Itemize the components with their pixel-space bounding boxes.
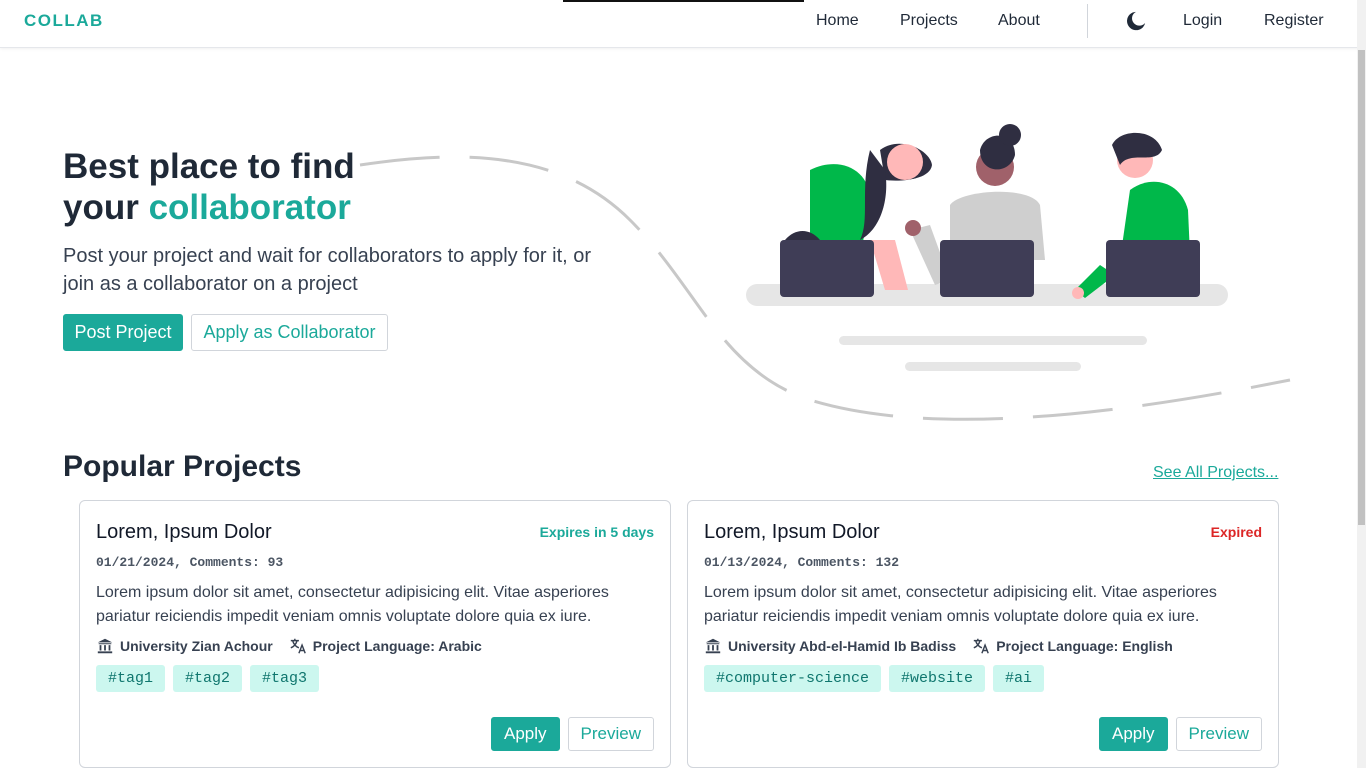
scrollbar-thumb[interactable] bbox=[1358, 50, 1365, 525]
project-university: University Abd-el-Hamid Ib Badiss bbox=[728, 638, 957, 654]
moon-icon[interactable] bbox=[1125, 10, 1147, 32]
project-meta: 01/13/2024, Comments: 132 bbox=[704, 555, 900, 570]
project-info: University Zian Achour Project Language:… bbox=[96, 637, 482, 655]
project-tags: #tag1 #tag2 #tag3 bbox=[96, 665, 327, 692]
project-description: Lorem ipsum dolor sit amet, consectetur … bbox=[704, 584, 1217, 625]
login-link[interactable]: Login bbox=[1183, 12, 1222, 30]
section-title: Popular Projects bbox=[63, 450, 302, 483]
translate-icon bbox=[973, 638, 990, 654]
brand-logo[interactable]: COLLAB bbox=[24, 11, 104, 31]
nav-link-home[interactable]: Home bbox=[816, 12, 859, 30]
project-meta: 01/21/2024, Comments: 93 bbox=[96, 555, 284, 570]
project-card: Lorem, Ipsum Dolor Expired 01/13/2024, C… bbox=[687, 500, 1279, 768]
page-scrollbar[interactable] bbox=[1357, 0, 1366, 768]
post-project-button[interactable]: Post Project bbox=[63, 314, 183, 351]
project-tags: #computer-science #website #ai bbox=[704, 665, 1052, 692]
hero-title-line1: Best place to find bbox=[63, 147, 355, 186]
project-title[interactable]: Lorem, Ipsum Dolor bbox=[704, 521, 880, 544]
apply-button[interactable]: Apply bbox=[491, 717, 560, 751]
hero-title-accent: collaborator bbox=[148, 188, 351, 227]
project-university: University Zian Achour bbox=[120, 638, 273, 654]
hero-title: Best place to find your collaborator bbox=[63, 146, 483, 228]
university-icon bbox=[97, 638, 113, 654]
nav-link-projects[interactable]: Projects bbox=[900, 12, 958, 30]
nav-divider bbox=[1087, 4, 1088, 38]
preview-button[interactable]: Preview bbox=[1175, 717, 1262, 751]
project-status: Expired bbox=[1210, 524, 1262, 540]
project-description: Lorem ipsum dolor sit amet, consectetur … bbox=[96, 584, 609, 625]
apply-collaborator-button[interactable]: Apply as Collaborator bbox=[191, 314, 388, 351]
translate-icon bbox=[290, 638, 306, 654]
navbar: COLLAB Home Projects About Login Registe… bbox=[0, 0, 1366, 48]
hero-subtitle: Post your project and wait for collabora… bbox=[63, 245, 592, 295]
project-card: Lorem, Ipsum Dolor Expires in 5 days 01/… bbox=[79, 500, 671, 768]
register-link[interactable]: Register bbox=[1264, 12, 1324, 30]
project-status: Expires in 5 days bbox=[539, 524, 654, 540]
project-language: Project Language: Arabic bbox=[312, 638, 482, 654]
project-tag[interactable]: #computer-science bbox=[704, 665, 882, 692]
project-title[interactable]: Lorem, Ipsum Dolor bbox=[96, 521, 272, 544]
preview-button[interactable]: Preview bbox=[567, 717, 654, 751]
project-tag[interactable]: #ai bbox=[993, 665, 1045, 692]
project-tag[interactable]: #website bbox=[889, 665, 986, 692]
nav-link-about[interactable]: About bbox=[998, 12, 1040, 30]
project-language: Project Language: English bbox=[996, 638, 1173, 654]
see-all-projects-link[interactable]: See All Projects... bbox=[1153, 464, 1278, 482]
project-tag[interactable]: #tag2 bbox=[173, 665, 243, 692]
hero-title-line2-prefix: your bbox=[63, 188, 149, 227]
card-actions: Apply Preview bbox=[483, 717, 654, 751]
apply-button[interactable]: Apply bbox=[1099, 717, 1168, 751]
university-icon bbox=[705, 638, 721, 654]
project-info: University Abd-el-Hamid Ib Badiss Projec… bbox=[704, 637, 1173, 655]
project-tag[interactable]: #tag1 bbox=[96, 665, 166, 692]
card-actions: Apply Preview bbox=[1091, 717, 1262, 751]
loading-bar bbox=[563, 0, 804, 2]
project-tag[interactable]: #tag3 bbox=[250, 665, 320, 692]
